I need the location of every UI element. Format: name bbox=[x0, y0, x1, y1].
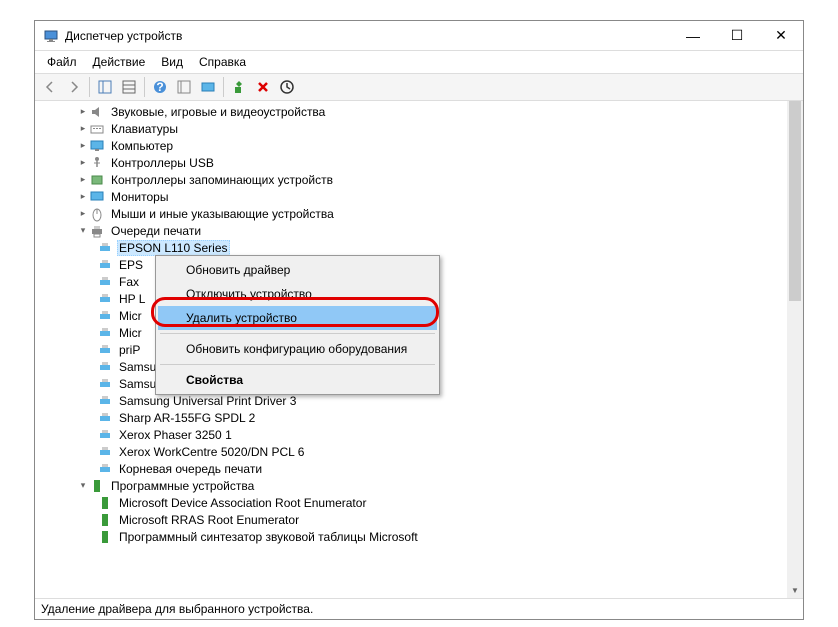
titlebar: Диспетчер устройств — ☐ ✕ bbox=[35, 21, 803, 51]
chevron-right-icon: ▸ bbox=[77, 191, 89, 202]
software-icon bbox=[97, 495, 113, 511]
chevron-right-icon: ▸ bbox=[77, 106, 89, 117]
software-device-assoc[interactable]: Microsoft Device Association Root Enumer… bbox=[35, 494, 787, 511]
printer-icon bbox=[97, 240, 113, 256]
update-driver-button[interactable] bbox=[276, 76, 298, 98]
menu-action[interactable]: Действие bbox=[85, 53, 154, 71]
printer-icon bbox=[97, 427, 113, 443]
menu-view[interactable]: Вид bbox=[153, 53, 191, 71]
printer-sharp[interactable]: Sharp AR-155FG SPDL 2 bbox=[35, 409, 787, 426]
category-monitors[interactable]: ▸Мониторы bbox=[35, 188, 787, 205]
software-icon bbox=[89, 478, 105, 494]
toolbar: ? bbox=[35, 73, 803, 101]
content-area: ▸Звуковые, игровые и видеоустройства ▸Кл… bbox=[35, 101, 803, 599]
chevron-right-icon: ▸ bbox=[77, 140, 89, 151]
mouse-icon bbox=[89, 206, 105, 222]
ctx-scan-hardware[interactable]: Обновить конфигурацию оборудования bbox=[158, 337, 437, 361]
software-icon bbox=[97, 512, 113, 528]
category-sound[interactable]: ▸Звуковые, игровые и видеоустройства bbox=[35, 103, 787, 120]
forward-button[interactable] bbox=[63, 76, 85, 98]
category-print-queues[interactable]: ▾Очереди печати bbox=[35, 222, 787, 239]
statusbar: Удаление драйвера для выбранного устройс… bbox=[35, 599, 803, 619]
ctx-update-driver[interactable]: Обновить драйвер bbox=[158, 258, 437, 282]
category-memory[interactable]: ▸Контроллеры запоминающих устройств bbox=[35, 171, 787, 188]
svg-text:?: ? bbox=[156, 80, 163, 94]
printer-root-queue[interactable]: Корневая очередь печати bbox=[35, 460, 787, 477]
chevron-right-icon: ▸ bbox=[77, 174, 89, 185]
monitor-icon bbox=[89, 189, 105, 205]
category-computer[interactable]: ▸Компьютер bbox=[35, 137, 787, 154]
usb-icon bbox=[89, 155, 105, 171]
printer-icon bbox=[97, 291, 113, 307]
window-buttons: — ☐ ✕ bbox=[671, 21, 803, 51]
printer-icon bbox=[97, 393, 113, 409]
printer-epson-l110[interactable]: EPSON L110 Series bbox=[35, 239, 787, 256]
chevron-right-icon: ▸ bbox=[77, 208, 89, 219]
help-button[interactable]: ? bbox=[149, 76, 171, 98]
printer-icon bbox=[97, 461, 113, 477]
enable-device-button[interactable] bbox=[228, 76, 250, 98]
printer-icon bbox=[97, 308, 113, 324]
uninstall-button[interactable] bbox=[252, 76, 274, 98]
category-usb[interactable]: ▸Контроллеры USB bbox=[35, 154, 787, 171]
minimize-button[interactable]: — bbox=[671, 21, 715, 51]
software-icon bbox=[97, 529, 113, 545]
menu-help[interactable]: Справка bbox=[191, 53, 254, 71]
chevron-right-icon: ▸ bbox=[77, 157, 89, 168]
printer-icon bbox=[97, 410, 113, 426]
menubar: Файл Действие Вид Справка bbox=[35, 51, 803, 73]
category-keyboard[interactable]: ▸Клавиатуры bbox=[35, 120, 787, 137]
printer-icon bbox=[97, 257, 113, 273]
ctx-properties[interactable]: Свойства bbox=[158, 368, 437, 392]
printer-icon bbox=[89, 223, 105, 239]
app-icon bbox=[43, 28, 59, 44]
chevron-down-icon: ▾ bbox=[77, 480, 89, 491]
printer-icon bbox=[97, 342, 113, 358]
printer-xerox-phaser[interactable]: Xerox Phaser 3250 1 bbox=[35, 426, 787, 443]
chevron-right-icon: ▸ bbox=[77, 123, 89, 134]
storage-icon bbox=[89, 172, 105, 188]
vertical-scrollbar[interactable]: ▲ ▼ bbox=[787, 101, 803, 598]
maximize-button[interactable]: ☐ bbox=[715, 21, 759, 51]
printer-icon bbox=[97, 359, 113, 375]
chevron-down-icon: ▾ bbox=[77, 225, 89, 236]
scroll-down-icon[interactable]: ▼ bbox=[787, 582, 803, 598]
printer-icon bbox=[97, 325, 113, 341]
printer-icon bbox=[97, 274, 113, 290]
menu-file[interactable]: Файл bbox=[39, 53, 85, 71]
properties-button[interactable] bbox=[118, 76, 140, 98]
printer-xerox-workcentre[interactable]: Xerox WorkCentre 5020/DN PCL 6 bbox=[35, 443, 787, 460]
status-text: Удаление драйвера для выбранного устройс… bbox=[41, 602, 313, 616]
category-software-devices[interactable]: ▾Программные устройства bbox=[35, 477, 787, 494]
back-button[interactable] bbox=[39, 76, 61, 98]
scrollbar-thumb[interactable] bbox=[789, 101, 801, 301]
software-synth[interactable]: Программный синтезатор звуковой таблицы … bbox=[35, 528, 787, 545]
tool-button-1[interactable] bbox=[173, 76, 195, 98]
software-rras[interactable]: Microsoft RRAS Root Enumerator bbox=[35, 511, 787, 528]
printer-icon bbox=[97, 376, 113, 392]
printer-icon bbox=[97, 444, 113, 460]
ctx-disable-device[interactable]: Отключить устройство bbox=[158, 282, 437, 306]
window-title: Диспетчер устройств bbox=[65, 29, 671, 43]
category-mice[interactable]: ▸Мыши и иные указывающие устройства bbox=[35, 205, 787, 222]
computer-icon bbox=[89, 138, 105, 154]
ctx-separator bbox=[160, 333, 435, 334]
ctx-separator bbox=[160, 364, 435, 365]
scan-hardware-button[interactable] bbox=[197, 76, 219, 98]
show-hide-tree-button[interactable] bbox=[94, 76, 116, 98]
close-button[interactable]: ✕ bbox=[759, 21, 803, 51]
keyboard-icon bbox=[89, 121, 105, 137]
context-menu: Обновить драйвер Отключить устройство Уд… bbox=[155, 255, 440, 395]
device-manager-window: Диспетчер устройств — ☐ ✕ Файл Действие … bbox=[34, 20, 804, 620]
ctx-uninstall-device[interactable]: Удалить устройство bbox=[158, 306, 437, 330]
sound-icon bbox=[89, 104, 105, 120]
